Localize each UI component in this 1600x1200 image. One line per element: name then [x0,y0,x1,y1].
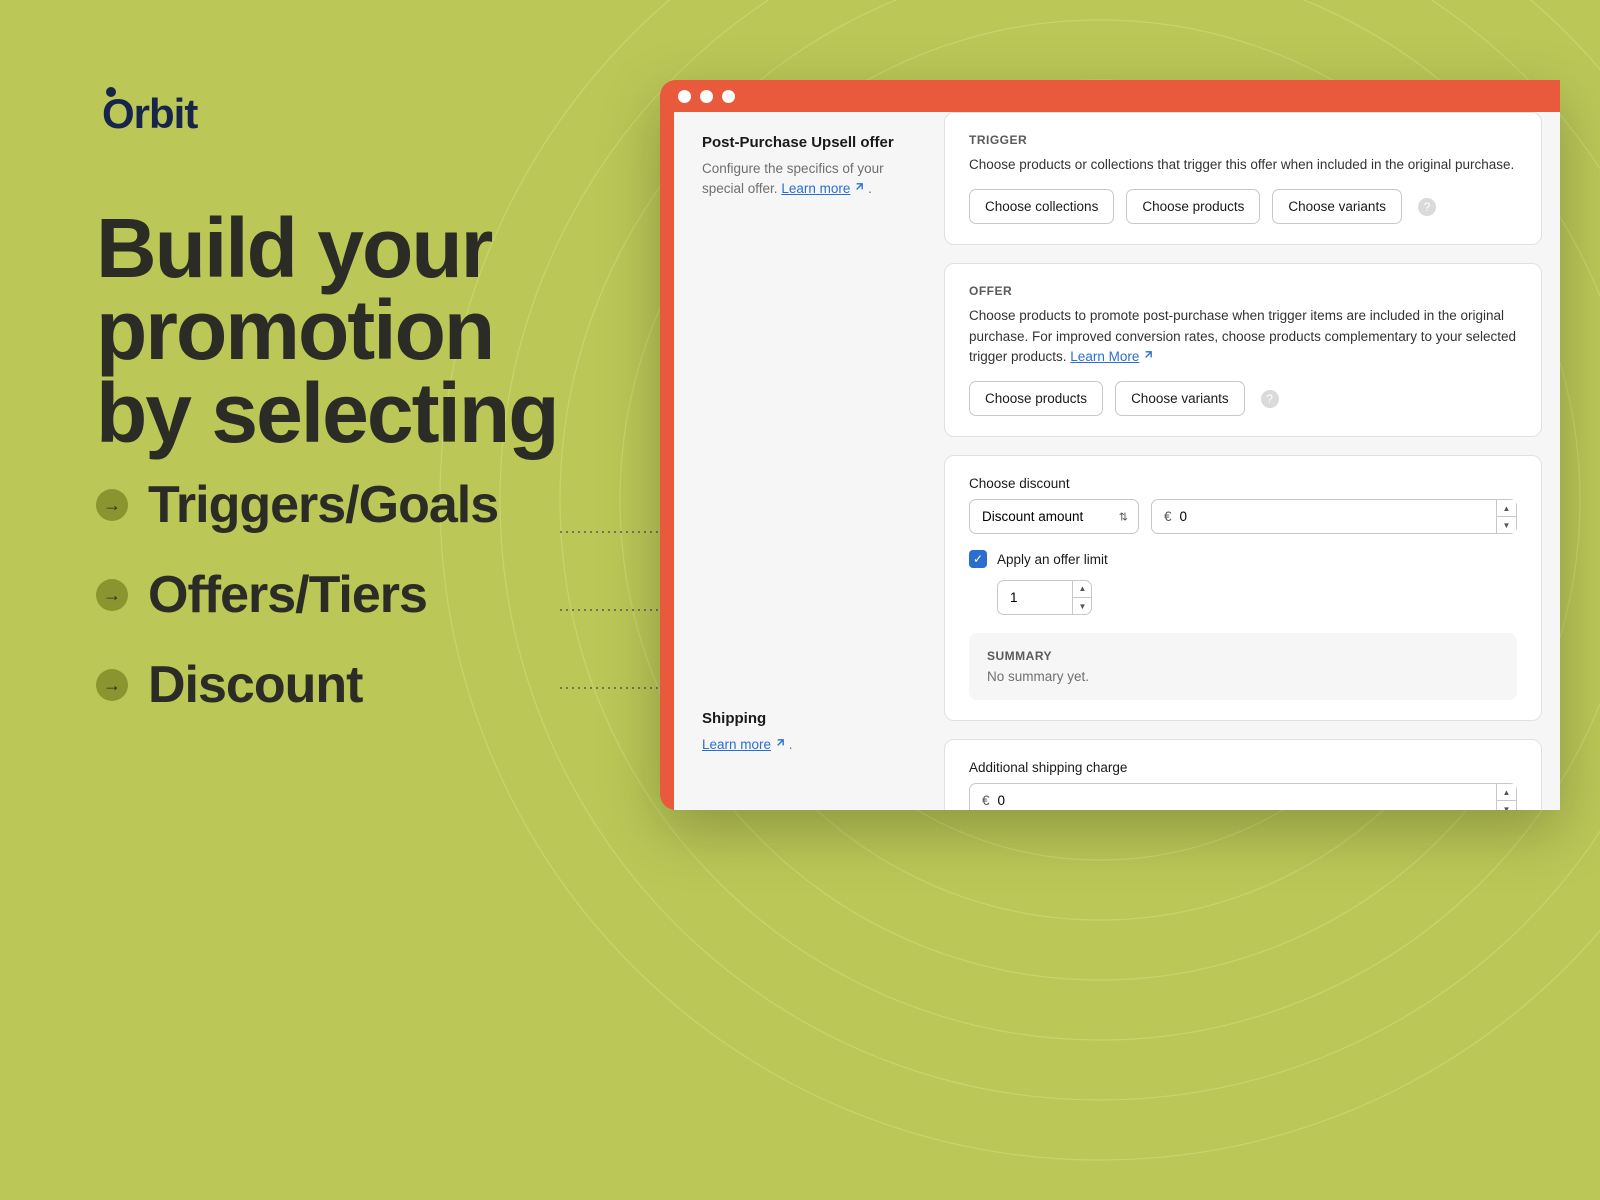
offer-card: OFFER Choose products to promote post-pu… [944,263,1542,437]
headline: Build your promotion by selecting [96,207,558,454]
bullet-offers: Offers/Tiers [148,565,427,625]
apply-limit-checkbox[interactable]: ✓ [969,550,987,568]
stepper-up-icon[interactable]: ▲ [1073,580,1092,598]
summary-label: SUMMARY [987,649,1499,663]
field-label: Additional shipping charge [969,760,1517,775]
choose-variants-button[interactable]: Choose variants [1115,381,1245,416]
shipping-card: Additional shipping charge €▲▼ [944,739,1542,810]
bullet-discount: Discount [148,655,362,715]
stepper-up-icon[interactable]: ▲ [1497,784,1516,801]
discount-card: Choose discount Discount amount €▲▼ ✓ Ap… [944,455,1542,721]
summary-text: No summary yet. [987,669,1499,684]
minimize-icon[interactable] [700,90,713,103]
choose-products-button[interactable]: Choose products [1126,189,1260,224]
learn-more-link[interactable]: Learn more [702,737,771,752]
learn-more-link[interactable]: Learn More [1070,349,1139,364]
arrow-right-icon: → [96,579,128,611]
window-titlebar [660,80,1560,112]
maximize-icon[interactable] [722,90,735,103]
help-icon[interactable]: ? [1261,390,1279,408]
bullet-triggers: Triggers/Goals [148,475,498,535]
bullet-list: → Triggers/Goals → Offers/Tiers → Discount [96,475,498,745]
brand-logo: OOrbitrbit [102,90,197,138]
offer-limit-input[interactable]: ▲▼ [997,580,1092,615]
help-icon[interactable]: ? [1418,198,1436,216]
app-window: Post-Purchase Upsell offer Configure the… [660,80,1560,810]
section-desc: Configure the specifics of your special … [702,159,926,200]
card-desc: Choose products or collections that trig… [969,155,1517,175]
external-link-icon [774,738,785,749]
choose-variants-button[interactable]: Choose variants [1272,189,1402,224]
close-icon[interactable] [678,90,691,103]
discount-amount-input[interactable]: €▲▼ [1151,499,1517,534]
discount-type-select[interactable]: Discount amount [969,499,1139,534]
card-desc: Choose products to promote post-purchase… [969,306,1517,367]
checkbox-label: Apply an offer limit [997,552,1108,567]
summary-panel: SUMMARY No summary yet. [969,633,1517,700]
choose-products-button[interactable]: Choose products [969,381,1103,416]
field-label: Choose discount [969,476,1517,491]
choose-collections-button[interactable]: Choose collections [969,189,1114,224]
learn-more-link[interactable]: Learn more [781,181,850,196]
external-link-icon [853,182,864,193]
trigger-card: TRIGGER Choose products or collections t… [944,112,1542,245]
arrow-right-icon: → [96,489,128,521]
section-title-upsell: Post-Purchase Upsell offer [702,134,926,151]
stepper-down-icon[interactable]: ▼ [1497,517,1516,533]
stepper-up-icon[interactable]: ▲ [1497,500,1516,517]
external-link-icon [1142,350,1153,361]
arrow-right-icon: → [96,669,128,701]
stepper-down-icon[interactable]: ▼ [1497,801,1516,810]
card-label: OFFER [969,284,1517,298]
shipping-charge-input[interactable]: €▲▼ [969,783,1517,810]
stepper-down-icon[interactable]: ▼ [1073,598,1092,615]
section-title-shipping: Shipping [702,710,926,727]
card-label: TRIGGER [969,133,1517,147]
